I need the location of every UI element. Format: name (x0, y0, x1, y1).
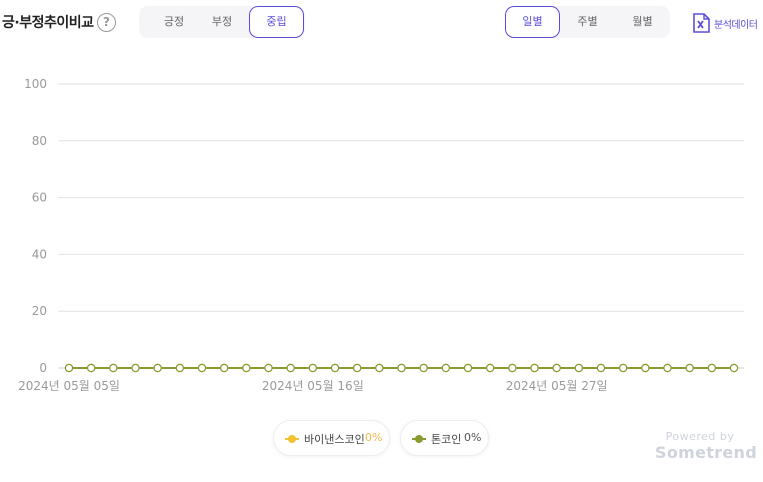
data-point[interactable] (574, 363, 584, 373)
legend-label: 톤코인 (431, 433, 462, 446)
data-point[interactable] (219, 363, 229, 373)
legend-marker-icon (412, 435, 426, 443)
x-tick-label: 2024년 05월 05일 (18, 379, 120, 393)
legend-percent: 0% (464, 431, 482, 444)
legend-item-binance-coin[interactable]: 바이낸스코인 0% (273, 420, 390, 456)
data-point[interactable] (641, 363, 650, 373)
y-tick-label: 80 (32, 134, 47, 148)
data-point[interactable] (375, 363, 384, 373)
data-point[interactable] (707, 363, 717, 373)
data-point[interactable] (485, 363, 495, 373)
data-point[interactable] (64, 363, 74, 373)
data-point[interactable] (242, 363, 251, 373)
data-point[interactable] (685, 363, 694, 373)
data-point[interactable] (86, 363, 96, 373)
x-tick-label: 2024년 05월 16일 (262, 379, 364, 393)
data-point[interactable] (109, 363, 118, 373)
data-point[interactable] (286, 363, 295, 373)
data-point[interactable] (441, 363, 451, 373)
data-point[interactable] (131, 363, 140, 373)
line-chart: 0 20 40 60 80 100 2024년 05월 05일 2024년 05월 16일 2… (18, 77, 744, 393)
data-point[interactable] (352, 363, 362, 373)
data-point[interactable] (308, 363, 318, 373)
data-point[interactable] (729, 363, 739, 373)
data-point[interactable] (264, 363, 273, 373)
data-point[interactable] (530, 363, 539, 373)
brand-logo-text: Sometrend (655, 443, 757, 462)
legend-marker-icon (285, 435, 299, 443)
data-point[interactable] (397, 363, 406, 373)
data-point[interactable] (663, 363, 672, 373)
legend-percent: 0% (365, 431, 383, 444)
data-point[interactable] (419, 363, 428, 373)
powered-by-logo: Powered by Sometrend (655, 430, 757, 462)
data-point[interactable] (175, 363, 185, 373)
y-tick-label: 20 (32, 304, 47, 318)
data-point[interactable] (596, 363, 606, 373)
x-tick-label: 2024년 05월 27일 (506, 379, 608, 393)
y-tick-label: 40 (32, 247, 47, 261)
y-tick-label: 60 (32, 191, 47, 205)
legend-label: 바이낸스코인 (304, 433, 365, 446)
data-point[interactable] (508, 363, 517, 373)
data-point[interactable] (197, 363, 207, 373)
y-tick-label: 100 (24, 77, 47, 91)
data-point[interactable] (153, 363, 162, 373)
legend-item-ton-coin[interactable]: 톤코인 0% (400, 420, 489, 456)
data-point[interactable] (618, 363, 628, 373)
data-point[interactable] (330, 363, 340, 373)
data-point[interactable] (552, 363, 561, 373)
powered-by-text: Powered by (665, 430, 735, 443)
data-point[interactable] (463, 363, 473, 373)
y-tick-label: 0 (39, 361, 47, 375)
